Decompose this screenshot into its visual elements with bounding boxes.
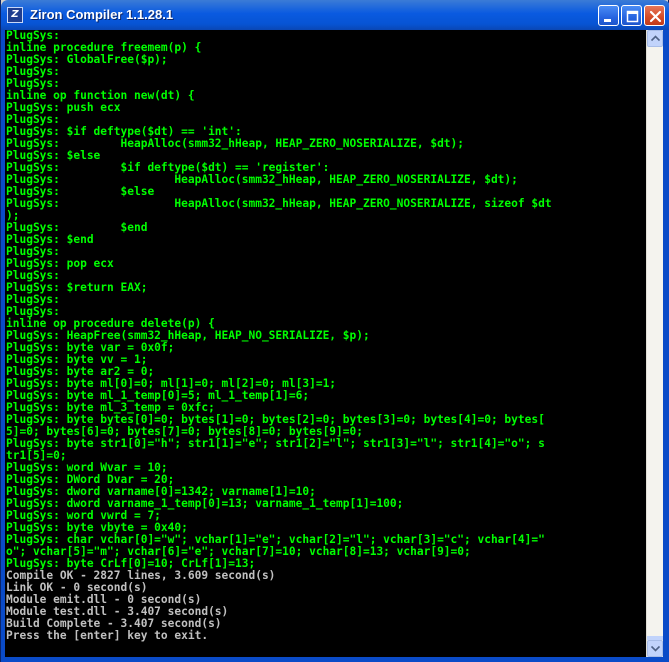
- console-line: PlugSys:: [6, 65, 60, 78]
- scroll-down-button[interactable]: [647, 640, 663, 657]
- console-line: Press the [enter] key to exit.: [6, 629, 209, 642]
- scroll-up-button[interactable]: [647, 30, 663, 47]
- console-output[interactable]: PlugSys: inline procedure freemem(p) {Plu…: [5, 30, 646, 657]
- title-bar[interactable]: Z Ziron Compiler 1.1.28.1: [1, 0, 669, 30]
- vertical-scrollbar[interactable]: [646, 30, 663, 657]
- app-icon[interactable]: Z: [7, 7, 23, 23]
- close-button[interactable]: [644, 5, 665, 26]
- console-window: Z Ziron Compiler 1.1.28.1 PlugSys: inline…: [0, 0, 669, 662]
- console-line: PlugSys:: [6, 293, 60, 306]
- maximize-button[interactable]: [621, 5, 642, 26]
- close-icon: [649, 10, 662, 23]
- minimize-button[interactable]: [598, 5, 619, 26]
- console-line: PlugSys: push ecx: [6, 101, 121, 114]
- window-frame-bottom[interactable]: [1, 657, 669, 662]
- console-line: PlugSys: $return EAX;: [6, 281, 148, 294]
- console-line: PlugSys: pop ecx: [6, 257, 114, 270]
- maximize-icon: [626, 10, 639, 23]
- console-line: PlugSys: GlobalFree($p);: [6, 53, 168, 66]
- minimize-icon: [604, 19, 611, 22]
- console-line: PlugSys: HeapAlloc(smm32_hHeap, HEAP_ZER…: [6, 137, 465, 150]
- console-line: PlugSys: byte str1[0]="h"; str1[1]="e"; …: [6, 437, 545, 450]
- arrow-down-icon: [651, 645, 660, 652]
- window-frame-right[interactable]: [663, 30, 669, 662]
- console-line: PlugSys: $end: [6, 221, 148, 234]
- console-line: PlugSys: $end: [6, 233, 94, 246]
- arrow-up-icon: [651, 35, 660, 42]
- window-title: Ziron Compiler 1.1.28.1: [30, 7, 174, 22]
- console-line: PlugSys: HeapAlloc(smm32_hHeap, HEAP_ZER…: [6, 197, 552, 210]
